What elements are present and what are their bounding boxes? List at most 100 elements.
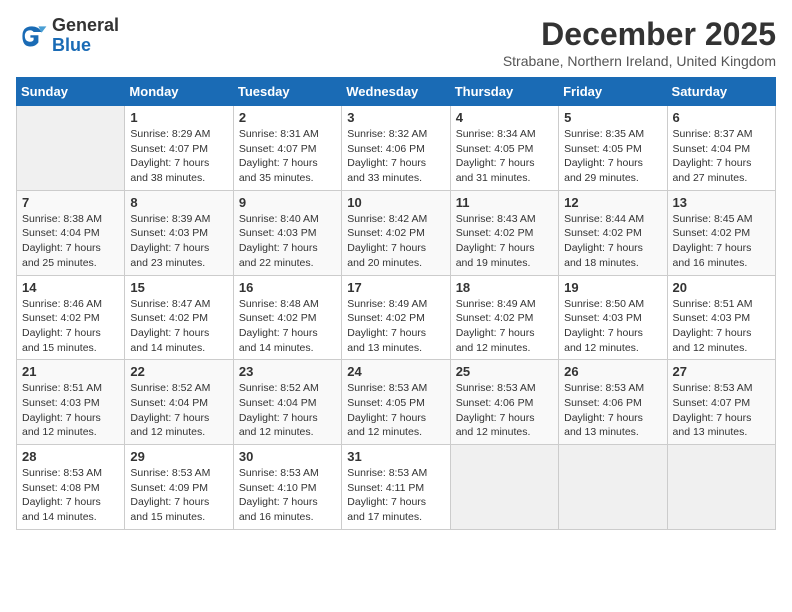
header-day-sunday: Sunday: [17, 78, 125, 106]
calendar-cell: 17 Sunrise: 8:49 AM Sunset: 4:02 PM Dayli…: [342, 275, 450, 360]
calendar-cell: 4Sunrise: 8:34 AM Sunset: 4:05 PM Daylig…: [450, 106, 558, 191]
day-info: Sunrise: 8:48 AM Sunset: 4:02 PM Dayligh…: [239, 297, 336, 356]
day-info: Sunrise: 8:53 AM Sunset: 4:11 PM Dayligh…: [347, 466, 444, 525]
logo-general-text: General: [52, 15, 119, 35]
logo: General Blue: [16, 16, 119, 56]
calendar-cell: 13 Sunrise: 8:45 AM Sunset: 4:02 PM Dayli…: [667, 190, 775, 275]
day-info: Sunrise: 8:50 AM Sunset: 4:03 PM Dayligh…: [564, 297, 661, 356]
week-row-2: 7Sunrise: 8:38 AM Sunset: 4:04 PM Daylig…: [17, 190, 776, 275]
day-info: Sunrise: 8:35 AM Sunset: 4:05 PM Dayligh…: [564, 127, 661, 186]
day-number: 16: [239, 280, 336, 295]
day-number: 26: [564, 364, 661, 379]
day-info: Sunrise: 8:45 AM Sunset: 4:02 PM Dayligh…: [673, 212, 770, 271]
day-number: 28: [22, 449, 119, 464]
calendar-cell: 11 Sunrise: 8:43 AM Sunset: 4:02 PM Dayli…: [450, 190, 558, 275]
day-info: Sunrise: 8:44 AM Sunset: 4:02 PM Dayligh…: [564, 212, 661, 271]
title-block: December 2025 Strabane, Northern Ireland…: [503, 16, 776, 69]
day-info: Sunrise: 8:53 AM Sunset: 4:05 PM Dayligh…: [347, 381, 444, 440]
day-number: 18: [456, 280, 553, 295]
day-info: Sunrise: 8:52 AM Sunset: 4:04 PM Dayligh…: [130, 381, 227, 440]
day-info: Sunrise: 8:32 AM Sunset: 4:06 PM Dayligh…: [347, 127, 444, 186]
month-title: December 2025: [503, 16, 776, 53]
day-number: 10: [347, 195, 444, 210]
day-number: 24: [347, 364, 444, 379]
day-number: 29: [130, 449, 227, 464]
day-number: 8: [130, 195, 227, 210]
calendar-cell: 31 Sunrise: 8:53 AM Sunset: 4:11 PM Dayli…: [342, 445, 450, 530]
day-number: 31: [347, 449, 444, 464]
logo-icon: [16, 20, 48, 52]
day-number: 20: [673, 280, 770, 295]
logo-text: General Blue: [52, 16, 119, 56]
day-info: Sunrise: 8:53 AM Sunset: 4:06 PM Dayligh…: [564, 381, 661, 440]
calendar-cell: [667, 445, 775, 530]
day-info: Sunrise: 8:42 AM Sunset: 4:02 PM Dayligh…: [347, 212, 444, 271]
day-number: 2: [239, 110, 336, 125]
day-number: 25: [456, 364, 553, 379]
day-number: 5: [564, 110, 661, 125]
calendar-cell: 22 Sunrise: 8:52 AM Sunset: 4:04 PM Dayli…: [125, 360, 233, 445]
day-info: Sunrise: 8:49 AM Sunset: 4:02 PM Dayligh…: [347, 297, 444, 356]
header-day-saturday: Saturday: [667, 78, 775, 106]
calendar-cell: 24 Sunrise: 8:53 AM Sunset: 4:05 PM Dayli…: [342, 360, 450, 445]
calendar-cell: [450, 445, 558, 530]
day-info: Sunrise: 8:46 AM Sunset: 4:02 PM Dayligh…: [22, 297, 119, 356]
week-row-1: 1Sunrise: 8:29 AM Sunset: 4:07 PM Daylig…: [17, 106, 776, 191]
day-info: Sunrise: 8:40 AM Sunset: 4:03 PM Dayligh…: [239, 212, 336, 271]
calendar-cell: [17, 106, 125, 191]
day-info: Sunrise: 8:53 AM Sunset: 4:10 PM Dayligh…: [239, 466, 336, 525]
day-info: Sunrise: 8:53 AM Sunset: 4:07 PM Dayligh…: [673, 381, 770, 440]
day-info: Sunrise: 8:38 AM Sunset: 4:04 PM Dayligh…: [22, 212, 119, 271]
calendar-cell: 29 Sunrise: 8:53 AM Sunset: 4:09 PM Dayli…: [125, 445, 233, 530]
day-info: Sunrise: 8:53 AM Sunset: 4:09 PM Dayligh…: [130, 466, 227, 525]
week-row-5: 28 Sunrise: 8:53 AM Sunset: 4:08 PM Dayli…: [17, 445, 776, 530]
day-number: 19: [564, 280, 661, 295]
week-row-3: 14 Sunrise: 8:46 AM Sunset: 4:02 PM Dayli…: [17, 275, 776, 360]
day-number: 14: [22, 280, 119, 295]
calendar-cell: 27 Sunrise: 8:53 AM Sunset: 4:07 PM Dayli…: [667, 360, 775, 445]
calendar-cell: 8 Sunrise: 8:39 AM Sunset: 4:03 PM Daylig…: [125, 190, 233, 275]
calendar-cell: 25Sunrise: 8:53 AM Sunset: 4:06 PM Dayli…: [450, 360, 558, 445]
day-info: Sunrise: 8:47 AM Sunset: 4:02 PM Dayligh…: [130, 297, 227, 356]
day-info: Sunrise: 8:53 AM Sunset: 4:08 PM Dayligh…: [22, 466, 119, 525]
day-number: 13: [673, 195, 770, 210]
day-info: Sunrise: 8:39 AM Sunset: 4:03 PM Dayligh…: [130, 212, 227, 271]
day-number: 30: [239, 449, 336, 464]
day-number: 27: [673, 364, 770, 379]
day-info: Sunrise: 8:34 AM Sunset: 4:05 PM Dayligh…: [456, 127, 553, 186]
header: General Blue December 2025 Strabane, Nor…: [16, 16, 776, 69]
day-info: Sunrise: 8:49 AM Sunset: 4:02 PM Dayligh…: [456, 297, 553, 356]
header-day-thursday: Thursday: [450, 78, 558, 106]
calendar-cell: 1Sunrise: 8:29 AM Sunset: 4:07 PM Daylig…: [125, 106, 233, 191]
day-number: 17: [347, 280, 444, 295]
location: Strabane, Northern Ireland, United Kingd…: [503, 53, 776, 69]
calendar-cell: 20 Sunrise: 8:51 AM Sunset: 4:03 PM Dayli…: [667, 275, 775, 360]
calendar-cell: 15 Sunrise: 8:47 AM Sunset: 4:02 PM Dayli…: [125, 275, 233, 360]
calendar-cell: 23Sunrise: 8:52 AM Sunset: 4:04 PM Dayli…: [233, 360, 341, 445]
calendar-cell: 5 Sunrise: 8:35 AM Sunset: 4:05 PM Daylig…: [559, 106, 667, 191]
day-number: 22: [130, 364, 227, 379]
day-info: Sunrise: 8:31 AM Sunset: 4:07 PM Dayligh…: [239, 127, 336, 186]
week-row-4: 21Sunrise: 8:51 AM Sunset: 4:03 PM Dayli…: [17, 360, 776, 445]
calendar-cell: 18 Sunrise: 8:49 AM Sunset: 4:02 PM Dayli…: [450, 275, 558, 360]
day-number: 11: [456, 195, 553, 210]
logo-blue-text: Blue: [52, 35, 91, 55]
calendar-cell: 6Sunrise: 8:37 AM Sunset: 4:04 PM Daylig…: [667, 106, 775, 191]
day-number: 12: [564, 195, 661, 210]
header-day-monday: Monday: [125, 78, 233, 106]
day-number: 15: [130, 280, 227, 295]
calendar-cell: 21Sunrise: 8:51 AM Sunset: 4:03 PM Dayli…: [17, 360, 125, 445]
calendar-table: SundayMondayTuesdayWednesdayThursdayFrid…: [16, 77, 776, 530]
calendar-cell: 12 Sunrise: 8:44 AM Sunset: 4:02 PM Dayli…: [559, 190, 667, 275]
day-info: Sunrise: 8:37 AM Sunset: 4:04 PM Dayligh…: [673, 127, 770, 186]
day-info: Sunrise: 8:51 AM Sunset: 4:03 PM Dayligh…: [673, 297, 770, 356]
calendar-cell: 9Sunrise: 8:40 AM Sunset: 4:03 PM Daylig…: [233, 190, 341, 275]
day-info: Sunrise: 8:43 AM Sunset: 4:02 PM Dayligh…: [456, 212, 553, 271]
calendar-cell: 30 Sunrise: 8:53 AM Sunset: 4:10 PM Dayli…: [233, 445, 341, 530]
calendar-cell: 7Sunrise: 8:38 AM Sunset: 4:04 PM Daylig…: [17, 190, 125, 275]
calendar-cell: 14 Sunrise: 8:46 AM Sunset: 4:02 PM Dayli…: [17, 275, 125, 360]
day-number: 21: [22, 364, 119, 379]
header-day-tuesday: Tuesday: [233, 78, 341, 106]
header-row: SundayMondayTuesdayWednesdayThursdayFrid…: [17, 78, 776, 106]
day-info: Sunrise: 8:52 AM Sunset: 4:04 PM Dayligh…: [239, 381, 336, 440]
